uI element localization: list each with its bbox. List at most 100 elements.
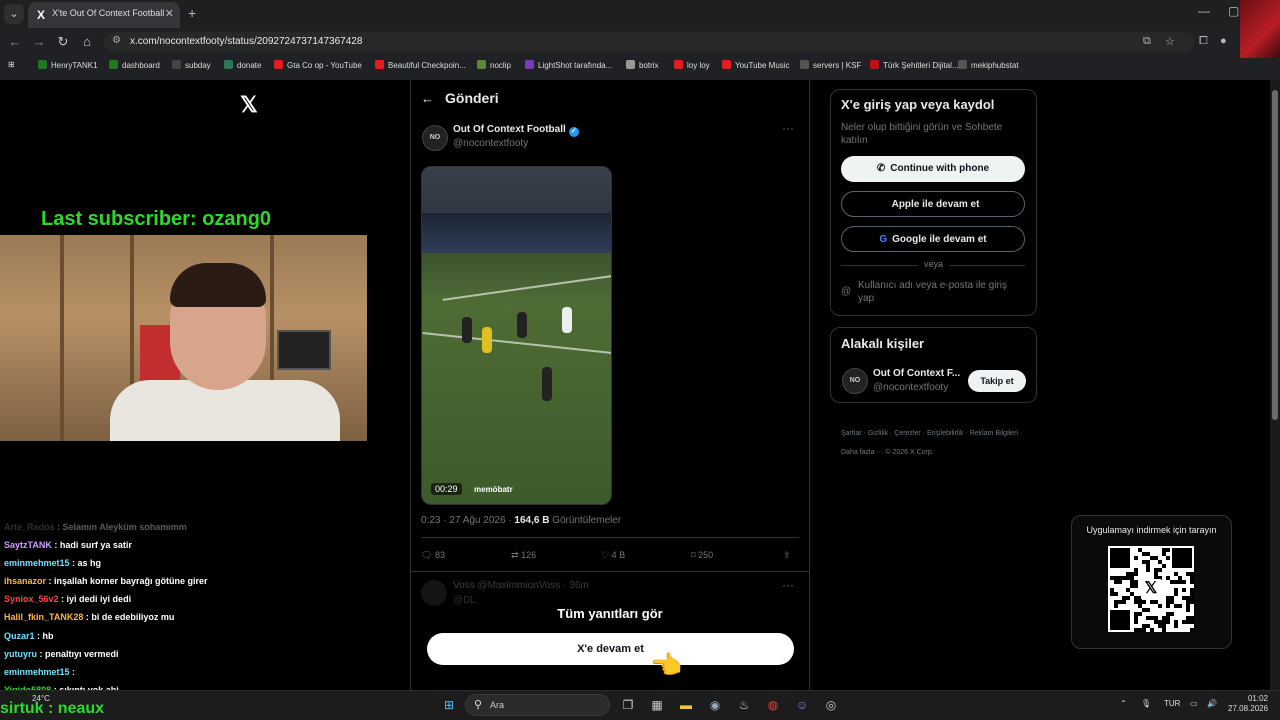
bookmark-favicon-icon bbox=[477, 60, 486, 69]
video-time: 00:29 bbox=[431, 483, 462, 495]
bookmark-item[interactable]: donate bbox=[224, 60, 261, 70]
back-arrow-icon[interactable]: ← bbox=[421, 91, 434, 106]
follow-button[interactable]: Takip et bbox=[968, 370, 1026, 392]
volume-icon[interactable]: 🔊 bbox=[1207, 699, 1217, 708]
windows-start-icon[interactable]: ⊞ bbox=[440, 696, 458, 714]
qr-module bbox=[1162, 552, 1166, 556]
minimize-icon[interactable]: — bbox=[1198, 4, 1210, 18]
qr-finder bbox=[1110, 548, 1130, 568]
language-indicator[interactable]: TUR bbox=[1164, 699, 1180, 708]
bookmark-item[interactable]: Gta Co op - YouTube bbox=[274, 60, 362, 70]
scrollbar[interactable] bbox=[1270, 80, 1280, 690]
bookmark-item[interactable]: Türk Şehitleri Dijital... bbox=[870, 60, 959, 70]
google-signin-button[interactable]: G Google ile devam et bbox=[841, 226, 1025, 252]
bookmark-item[interactable]: noclip bbox=[477, 60, 511, 70]
qr-module bbox=[1150, 600, 1154, 604]
chrome-icon[interactable]: ◍ bbox=[764, 696, 782, 714]
site-info-icon[interactable]: ⚙ bbox=[112, 35, 121, 46]
profile-icon[interactable]: ● bbox=[1220, 35, 1227, 47]
or-label: veya bbox=[918, 259, 950, 269]
qr-module bbox=[1166, 612, 1170, 616]
bookmark-star-icon[interactable]: ☆ bbox=[1165, 35, 1175, 48]
apple-label: Apple ile devam et bbox=[891, 199, 980, 210]
qr-module bbox=[1166, 596, 1170, 600]
qr-module bbox=[1138, 628, 1142, 632]
scrollbar-thumb[interactable] bbox=[1272, 90, 1278, 420]
related-name[interactable]: Out Of Context F... bbox=[873, 368, 960, 379]
qr-module bbox=[1142, 628, 1146, 632]
more-options-icon[interactable]: ··· bbox=[782, 121, 794, 135]
extensions-icon[interactable]: ⧠ bbox=[1199, 35, 1208, 48]
video-player[interactable]: 00:29 memöbatr bbox=[421, 166, 612, 505]
qr-module bbox=[1154, 616, 1158, 620]
new-tab-button[interactable]: + bbox=[188, 5, 196, 21]
qr-module bbox=[1186, 608, 1190, 612]
like-count: 4 B bbox=[611, 550, 626, 560]
forward-icon[interactable]: → bbox=[30, 34, 48, 49]
qr-module bbox=[1138, 612, 1142, 616]
address-bar[interactable]: ⚙ x.com/nocontextfooty/status/2092724737… bbox=[104, 32, 1194, 52]
qr-module bbox=[1174, 572, 1178, 576]
related-handle[interactable]: @nocontextfooty bbox=[873, 382, 948, 393]
author-handle[interactable]: @nocontextfooty bbox=[453, 138, 528, 149]
calculator-icon[interactable]: ▦ bbox=[648, 696, 666, 714]
bookmark-item[interactable]: servers | KSF bbox=[800, 60, 861, 70]
chat-message: Quzar1 : hb bbox=[4, 631, 404, 649]
reload-icon[interactable]: ↻ bbox=[54, 34, 72, 50]
qr-code[interactable]: 𝕏 bbox=[1108, 546, 1194, 632]
continue-with-phone-button[interactable]: ✆ Continue with phone bbox=[841, 156, 1025, 182]
apple-signin-button[interactable]: Apple ile devam et bbox=[841, 191, 1025, 217]
bookmark-favicon-icon bbox=[958, 60, 967, 69]
tab-search-button[interactable]: ⌄ bbox=[4, 4, 24, 24]
browser-tab[interactable]: X X'te Out Of Context Football / X ✕ bbox=[28, 2, 180, 28]
cast-icon[interactable]: ⧉ bbox=[1143, 35, 1151, 48]
file-explorer-icon[interactable]: ▬ bbox=[677, 696, 695, 714]
author-avatar[interactable]: NO bbox=[422, 125, 448, 151]
verified-badge-icon: ✓ bbox=[568, 127, 579, 137]
reply-button[interactable]: 🗨 83 bbox=[421, 550, 445, 561]
related-title: Alakalı kişiler bbox=[841, 336, 925, 351]
bookmark-item[interactable]: HenryTANK1 bbox=[38, 60, 98, 70]
bookmark-item[interactable]: mekiphubstat bbox=[958, 60, 1019, 70]
continue-on-x-button[interactable]: X'e devam et bbox=[427, 633, 794, 665]
maximize-icon[interactable]: ▢ bbox=[1228, 4, 1239, 18]
network-icon[interactable]: ▭ bbox=[1190, 699, 1198, 708]
related-avatar[interactable]: NO bbox=[842, 368, 868, 394]
reply-more-icon[interactable]: ··· bbox=[782, 578, 794, 592]
steam-icon[interactable]: ♨ bbox=[735, 696, 753, 714]
qr-module bbox=[1134, 616, 1138, 620]
qr-module bbox=[1134, 620, 1138, 624]
bookmark-button[interactable]: ⌑ 250 bbox=[691, 550, 713, 561]
footer-links[interactable]: Şartlar · Gizlilik · Çerezler · Erişileb… bbox=[841, 424, 1031, 462]
chat-text: penaltıyı vermedi bbox=[45, 648, 119, 659]
task-view-icon[interactable]: ❐ bbox=[619, 696, 637, 714]
clock[interactable]: 01:02 27.08.2026 bbox=[1228, 694, 1268, 714]
bookmark-item[interactable]: loy loy bbox=[674, 60, 710, 70]
author-name[interactable]: Out Of Context Football ✓ bbox=[453, 124, 579, 137]
taskbar-search[interactable]: ⚲ Ara bbox=[465, 694, 610, 716]
app-icon[interactable]: ◉ bbox=[706, 696, 724, 714]
bookmark-item[interactable]: YouTube Music bbox=[722, 60, 790, 70]
chat-message: eminmehmet15 : bbox=[4, 667, 404, 685]
app-icon[interactable]: ◎ bbox=[822, 696, 840, 714]
bookmark-item[interactable]: subday bbox=[172, 60, 211, 70]
share-icon[interactable]: ⇪ bbox=[783, 550, 791, 561]
qr-module bbox=[1190, 600, 1194, 604]
tray-chevron-icon[interactable]: ⌃ bbox=[1120, 699, 1127, 708]
microphone-icon[interactable]: 🎙 bbox=[1141, 699, 1151, 708]
back-icon[interactable]: ← bbox=[6, 34, 24, 49]
tab-close-icon[interactable]: ✕ bbox=[165, 7, 174, 20]
weather-temp[interactable]: 24°C bbox=[32, 694, 50, 703]
bookmark-item[interactable]: Beautiful Checkpoin... bbox=[375, 60, 466, 70]
chat-text: hb bbox=[42, 630, 54, 641]
repost-button[interactable]: ⇄ 126 bbox=[511, 550, 536, 561]
bookmark-item[interactable]: LightShot tarafında... bbox=[525, 60, 612, 70]
qr-module bbox=[1118, 600, 1122, 604]
like-button[interactable]: ♡ 4 B bbox=[601, 550, 625, 561]
discord-icon[interactable]: ☺ bbox=[793, 696, 811, 714]
x-logo-icon[interactable]: 𝕏 bbox=[240, 92, 258, 118]
bookmark-item[interactable]: botrix bbox=[626, 60, 659, 70]
bookmark-item[interactable]: dashboard bbox=[109, 60, 160, 70]
apps-grid-icon[interactable]: ⊞ bbox=[8, 60, 15, 69]
home-icon[interactable]: ⌂ bbox=[78, 34, 96, 49]
